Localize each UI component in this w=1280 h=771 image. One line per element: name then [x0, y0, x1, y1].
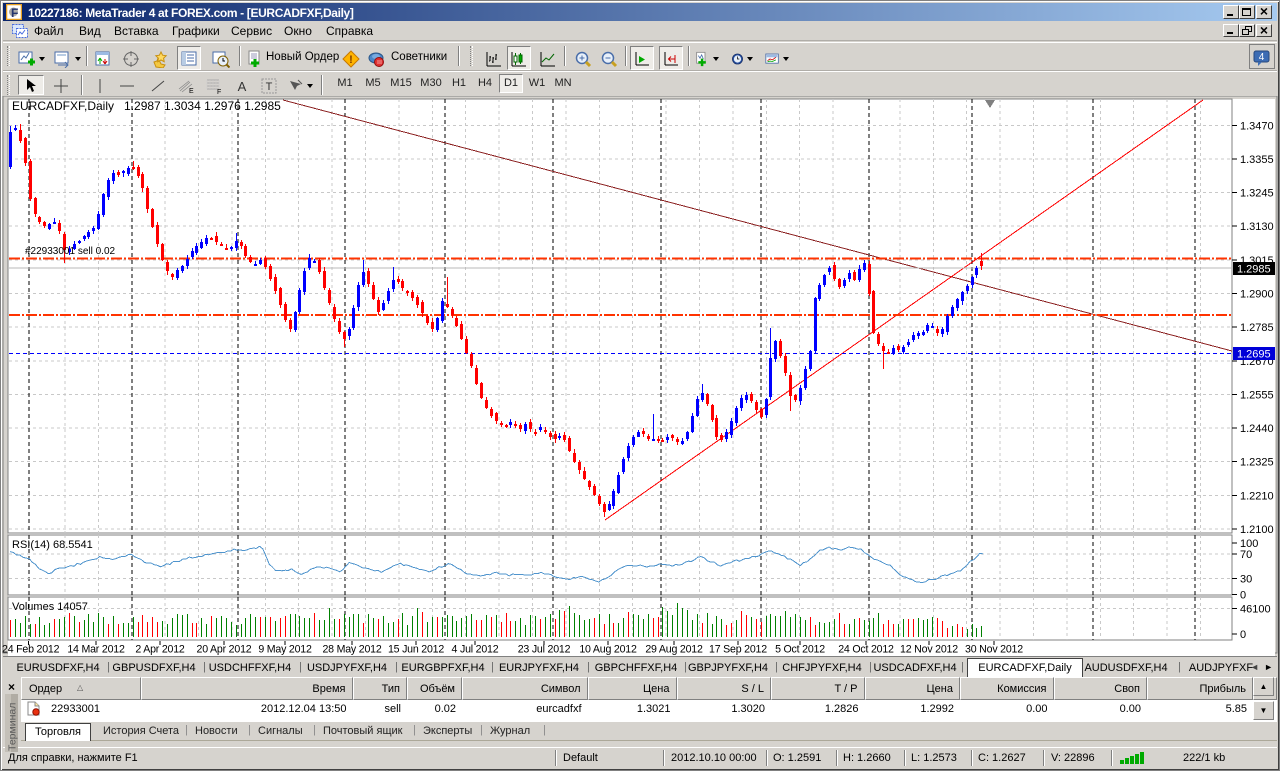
svg-text:T: T: [265, 81, 272, 93]
svg-text:24 Feb 2012: 24 Feb 2012: [2, 644, 60, 656]
svg-text:1.2210: 1.2210: [1240, 490, 1274, 502]
svg-text:1.3355: 1.3355: [1240, 154, 1274, 166]
svg-text:Терминал: Терминал: [7, 703, 19, 751]
svg-text:46100: 46100: [1240, 604, 1271, 616]
svg-text:28 May 2012: 28 May 2012: [322, 644, 381, 656]
svg-text:0: 0: [1240, 629, 1246, 641]
svg-text:10 Aug 2012: 10 Aug 2012: [579, 644, 637, 656]
svg-text:1.2555: 1.2555: [1240, 389, 1274, 401]
svg-text:23 Jul 2012: 23 Jul 2012: [518, 644, 571, 656]
svg-text:1.2440: 1.2440: [1240, 423, 1274, 435]
svg-text:4 Jul 2012: 4 Jul 2012: [452, 644, 499, 656]
svg-text:1.2985: 1.2985: [1237, 264, 1271, 276]
svg-text:1.2695: 1.2695: [1237, 349, 1271, 361]
svg-text:EURCADFXF,Daily 1.2987 1.303: EURCADFXF,Daily 1.2987 1.3034 1.2976 1.2…: [12, 99, 281, 113]
svg-text:4: 4: [1259, 52, 1265, 63]
svg-text:100: 100: [1240, 538, 1258, 550]
svg-text:1.2900: 1.2900: [1240, 289, 1274, 301]
svg-text:5 Oct 2012: 5 Oct 2012: [775, 644, 825, 656]
svg-text:1.3130: 1.3130: [1240, 221, 1274, 233]
svg-text:2 Apr 2012: 2 Apr 2012: [135, 644, 185, 656]
svg-text:30: 30: [1240, 573, 1252, 585]
svg-text:!: !: [349, 54, 353, 66]
svg-text:F: F: [11, 6, 18, 20]
svg-text:Volumes 14057: Volumes 14057: [12, 601, 88, 613]
svg-text:15 Jun 2012: 15 Jun 2012: [388, 644, 444, 656]
svg-text:24 Oct 2012: 24 Oct 2012: [838, 644, 894, 656]
svg-text:17 Sep 2012: 17 Sep 2012: [709, 644, 767, 656]
svg-text:1.3470: 1.3470: [1240, 120, 1274, 132]
svg-text:30 Nov 2012: 30 Nov 2012: [965, 644, 1023, 656]
svg-text:0: 0: [1240, 589, 1246, 601]
svg-text:F: F: [217, 89, 221, 95]
svg-text:E: E: [189, 88, 194, 95]
svg-text:14 Mar 2012: 14 Mar 2012: [67, 644, 125, 656]
svg-text:1.3245: 1.3245: [1240, 188, 1274, 200]
svg-text:1.2100: 1.2100: [1240, 524, 1274, 536]
svg-text:9 May 2012: 9 May 2012: [258, 644, 312, 656]
svg-text:70: 70: [1240, 549, 1252, 561]
svg-text:1.2325: 1.2325: [1240, 457, 1274, 469]
svg-text:#22933001 sell 0.02: #22933001 sell 0.02: [25, 246, 116, 257]
svg-text:1.2785: 1.2785: [1240, 322, 1274, 334]
svg-text:RSI(14) 68.5541: RSI(14) 68.5541: [12, 539, 93, 551]
svg-text:A: A: [237, 79, 246, 94]
svg-text:29 Aug 2012: 29 Aug 2012: [645, 644, 703, 656]
svg-text:12 Nov 2012: 12 Nov 2012: [900, 644, 958, 656]
svg-text:20 Apr 2012: 20 Apr 2012: [197, 644, 252, 656]
